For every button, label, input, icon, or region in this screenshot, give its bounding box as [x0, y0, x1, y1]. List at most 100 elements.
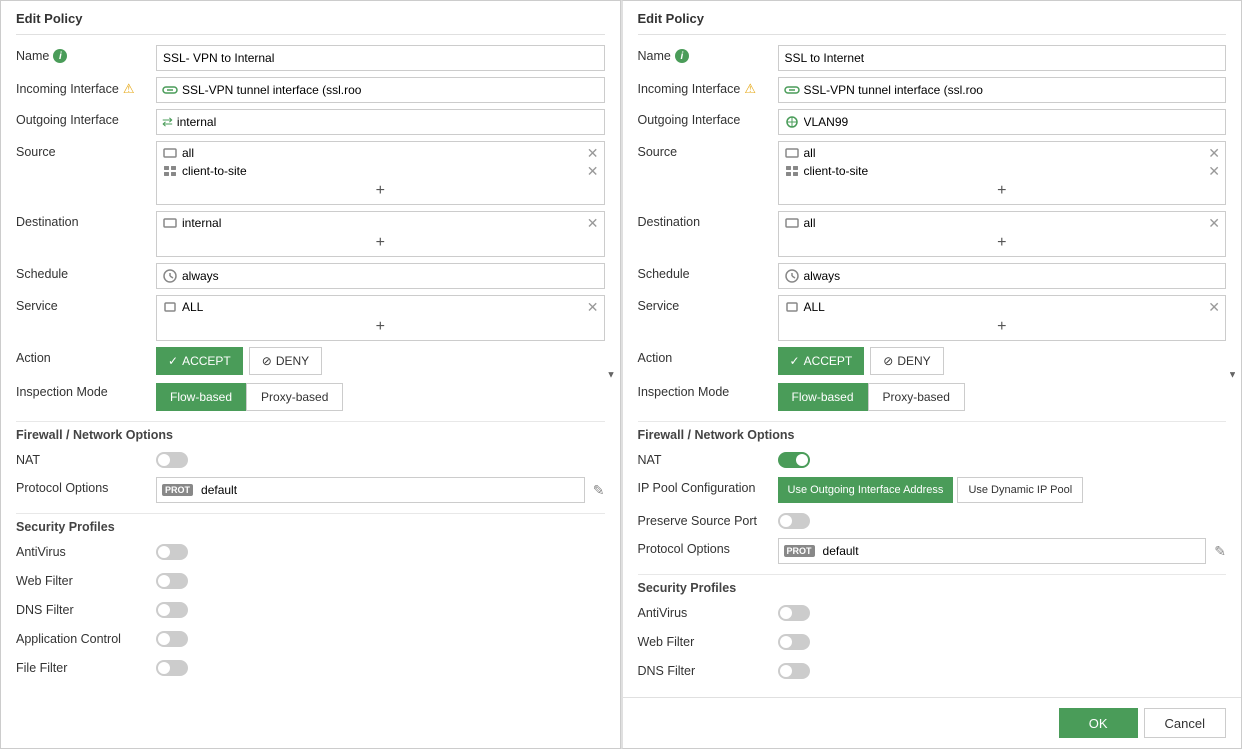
nat-toggle-left[interactable] [156, 452, 188, 468]
web-filter-toggle-right[interactable] [778, 634, 810, 650]
protocol-select-left[interactable]: default [201, 483, 584, 497]
inspection-mode-row: Inspection Mode Flow-based Proxy-based [16, 381, 605, 411]
service-all-text-right: ALL [804, 300, 1205, 314]
source-control: all ✕ client-to-site ✕ + [156, 141, 605, 205]
incoming-interface-select[interactable]: SSL-VPN tunnel interface (ssl.roo [182, 83, 604, 97]
dns-filter-toggle-right[interactable] [778, 663, 810, 679]
incoming-chevron-icon [608, 369, 613, 380]
destination-internal-remove[interactable]: ✕ [587, 216, 599, 230]
file-filter-toggle-left[interactable] [156, 660, 188, 676]
service-all-remove[interactable]: ✕ [587, 300, 599, 314]
service-all-remove-right[interactable]: ✕ [1208, 300, 1220, 314]
source-add-button-right[interactable]: + [784, 181, 1221, 201]
proxy-based-button-right[interactable]: Proxy-based [868, 383, 965, 411]
service-add-button[interactable]: + [162, 317, 599, 337]
service-tag-all-right: ALL ✕ [784, 299, 1221, 315]
protocol-edit-icon-right[interactable]: ✎ [1214, 543, 1226, 560]
incoming-interface-select-wrap-right[interactable]: SSL-VPN tunnel interface (ssl.roo [778, 77, 1227, 103]
name-info-icon[interactable]: i [53, 49, 67, 63]
footer-buttons: OK Cancel [623, 697, 1242, 748]
web-filter-toggle-left[interactable] [156, 573, 188, 589]
use-dynamic-button[interactable]: Use Dynamic IP Pool [957, 477, 1083, 503]
ip-pool-label: IP Pool Configuration [638, 477, 778, 495]
destination-add-button-right[interactable]: + [784, 233, 1221, 253]
dns-filter-label-right: DNS Filter [638, 664, 778, 678]
source-client-remove-right[interactable]: ✕ [1208, 164, 1220, 178]
nat-toggle-right[interactable] [778, 452, 810, 468]
accept-button-right[interactable]: ✓ ACCEPT [778, 347, 865, 375]
destination-add-button[interactable]: + [162, 233, 599, 253]
action-label-right: Action [638, 347, 778, 365]
ok-button[interactable]: OK [1059, 708, 1138, 738]
incoming-interface-control: SSL-VPN tunnel interface (ssl.roo [156, 77, 605, 103]
service-row: Service ALL ✕ + [16, 295, 605, 341]
prot-badge-right: PROT [784, 545, 815, 557]
application-control-row-left: Application Control [16, 627, 605, 651]
service-control-right: ALL ✕ + [778, 295, 1227, 341]
name-info-icon-right[interactable]: i [675, 49, 689, 63]
destination-all-remove-right[interactable]: ✕ [1208, 216, 1220, 230]
source-client-text: client-to-site [182, 164, 583, 178]
antivirus-toggle-left[interactable] [156, 544, 188, 560]
outgoing-interface-select-right[interactable]: VLAN99 [804, 115, 1226, 129]
preserve-source-toggle[interactable] [778, 513, 810, 529]
outgoing-interface-select-wrap-right[interactable]: VLAN99 [778, 109, 1227, 135]
proxy-based-button[interactable]: Proxy-based [246, 383, 343, 411]
service-tag-all: ALL ✕ [162, 299, 599, 315]
schedule-select[interactable]: always [182, 269, 604, 283]
schedule-select-right[interactable]: always [804, 269, 1226, 283]
accept-button[interactable]: ✓ ACCEPT [156, 347, 243, 375]
name-input[interactable] [156, 45, 605, 71]
destination-control-right: all ✕ + [778, 211, 1227, 257]
service-add-button-right[interactable]: + [784, 317, 1221, 337]
flow-based-button-right[interactable]: Flow-based [778, 383, 868, 411]
firewall-network-section-left: Firewall / Network Options [16, 421, 605, 442]
dns-filter-row-left: DNS Filter [16, 598, 605, 622]
action-row: Action ✓ ACCEPT ⊘ DENY [16, 347, 605, 375]
antivirus-toggle-right[interactable] [778, 605, 810, 621]
schedule-row-right: Schedule always [638, 263, 1227, 289]
incoming-interface-control-right: SSL-VPN tunnel interface (ssl.roo [778, 77, 1227, 103]
dns-filter-toggle-left[interactable] [156, 602, 188, 618]
destination-all-text-right: all [804, 216, 1205, 230]
incoming-interface-select-right[interactable]: SSL-VPN tunnel interface (ssl.roo [804, 83, 1226, 97]
outgoing-interface-select-wrap[interactable]: ⇄ internal [156, 109, 605, 135]
left-panel-title: Edit Policy [16, 11, 605, 35]
deny-button[interactable]: ⊘ DENY [249, 347, 322, 375]
source-add-button[interactable]: + [162, 181, 599, 201]
source-control-right: all ✕ client-to-site ✕ + [778, 141, 1227, 205]
protocol-select-right[interactable]: default [823, 544, 1206, 558]
name-input-right[interactable] [778, 45, 1227, 71]
incoming-interface-row-right: Incoming Interface ⚠ SSL-VPN tunnel inte… [638, 77, 1227, 103]
name-row: Name i [16, 45, 605, 71]
protocol-edit-icon-left[interactable]: ✎ [593, 482, 605, 499]
name-label: Name i [16, 45, 156, 63]
use-outgoing-button[interactable]: Use Outgoing Interface Address [778, 477, 954, 503]
outgoing-interface-select[interactable]: internal [177, 115, 604, 129]
cancel-button[interactable]: Cancel [1144, 708, 1226, 738]
dest-all-icon-right [784, 215, 800, 231]
service-all-text: ALL [182, 300, 583, 314]
destination-tag-internal: internal ✕ [162, 215, 599, 231]
destination-label-right: Destination [638, 211, 778, 229]
deny-circle-icon-right: ⊘ [883, 354, 893, 368]
ip-pool-buttons: Use Outgoing Interface Address Use Dynam… [778, 477, 1227, 503]
protocol-select-wrap-left[interactable]: PROT default [156, 477, 585, 503]
outgoing-interface-control: ⇄ internal [156, 109, 605, 135]
outgoing-chevron-icon [608, 369, 613, 380]
web-filter-row-right: Web Filter [638, 630, 1227, 654]
source-all-remove-right[interactable]: ✕ [1208, 146, 1220, 160]
protocol-options-row-left: Protocol Options PROT default ✎ [16, 477, 605, 503]
flow-based-button[interactable]: Flow-based [156, 383, 246, 411]
source-client-remove[interactable]: ✕ [587, 164, 599, 178]
protocol-select-wrap-right[interactable]: PROT default [778, 538, 1207, 564]
incoming-interface-select-wrap[interactable]: SSL-VPN tunnel interface (ssl.roo [156, 77, 605, 103]
application-control-toggle-left[interactable] [156, 631, 188, 647]
source-all-remove[interactable]: ✕ [587, 146, 599, 160]
schedule-select-wrap-right[interactable]: always [778, 263, 1227, 289]
schedule-select-wrap[interactable]: always [156, 263, 605, 289]
accept-check-icon-right: ✓ [790, 354, 800, 368]
deny-button-right[interactable]: ⊘ DENY [870, 347, 943, 375]
action-label: Action [16, 347, 156, 365]
protocol-chevron-left [608, 369, 613, 380]
